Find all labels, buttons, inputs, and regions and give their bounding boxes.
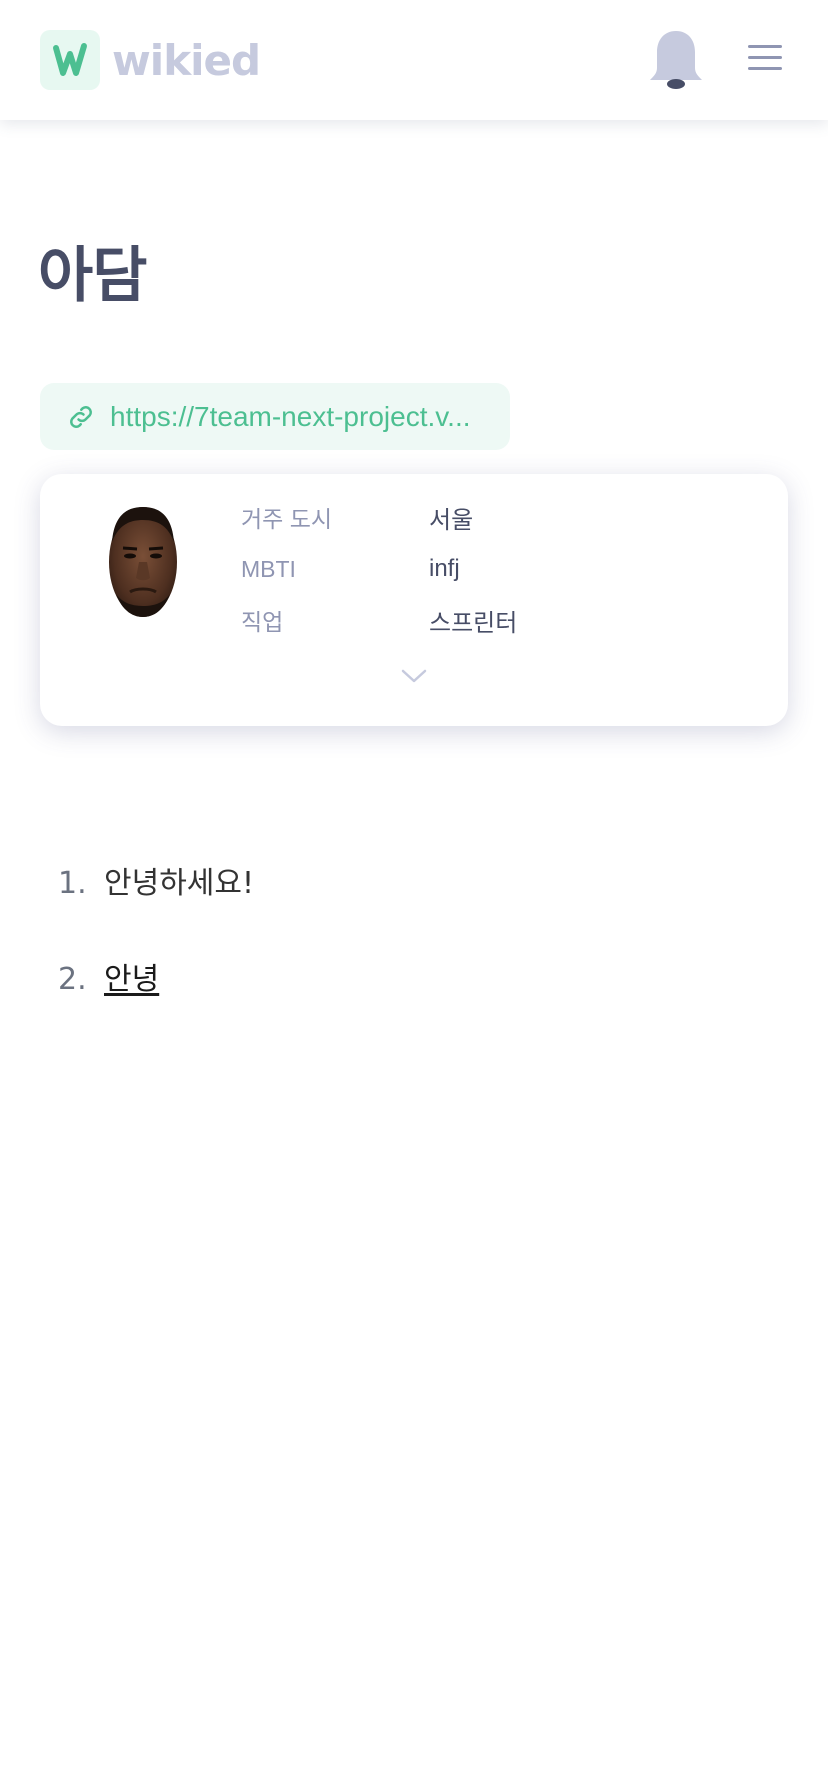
profile-field-job: 직업 스프린터: [241, 600, 517, 640]
wiki-link-text: https://7team-next-project.v...: [110, 400, 471, 432]
profile-field-mbti: MBTI infj: [241, 549, 460, 589]
wiki-page: wikied 아담 https://7team-next-project.v..…: [0, 0, 828, 1792]
logo-link[interactable]: wikied: [40, 30, 261, 90]
list-item-number: 1.: [58, 866, 87, 901]
profile-field-label: 직업: [241, 609, 284, 635]
avatar: [109, 507, 177, 617]
profile-field-label: MBTI: [241, 555, 296, 582]
hamburger-menu-button[interactable]: [744, 40, 784, 74]
list-item-link[interactable]: 안녕: [104, 954, 159, 998]
chevron-down-icon: [401, 669, 427, 683]
profile-field-value: 서울: [429, 506, 474, 534]
link-icon: [70, 405, 92, 428]
list-item-number: 2.: [58, 962, 87, 997]
list-item: 2. 안녕: [58, 954, 758, 1050]
profile-field-city: 거주 도시 서울: [241, 497, 473, 537]
profile-field-value: infj: [429, 555, 460, 582]
page-title: 아담: [38, 241, 147, 311]
list-item-text: 안녕하세요!: [104, 866, 255, 901]
hamburger-menu-icon: [748, 45, 782, 48]
wiki-content-list: 1. 안녕하세요! 2. 안녕: [58, 858, 758, 1050]
profile-card: 거주 도시 서울 MBTI infj 직업 스프린터: [40, 474, 788, 726]
bell-icon: [650, 31, 702, 89]
notification-button[interactable]: [646, 26, 706, 92]
top-nav: wikied: [0, 0, 828, 120]
logo-text: wikied: [112, 35, 261, 85]
profile-field-label: 거주 도시: [241, 506, 333, 532]
logo-mark-icon: [40, 30, 100, 90]
profile-expand-button[interactable]: [398, 664, 430, 688]
profile-field-value: 스프린터: [429, 609, 518, 637]
wiki-link-copy-button[interactable]: https://7team-next-project.v...: [40, 383, 510, 450]
list-item: 1. 안녕하세요!: [58, 858, 758, 954]
